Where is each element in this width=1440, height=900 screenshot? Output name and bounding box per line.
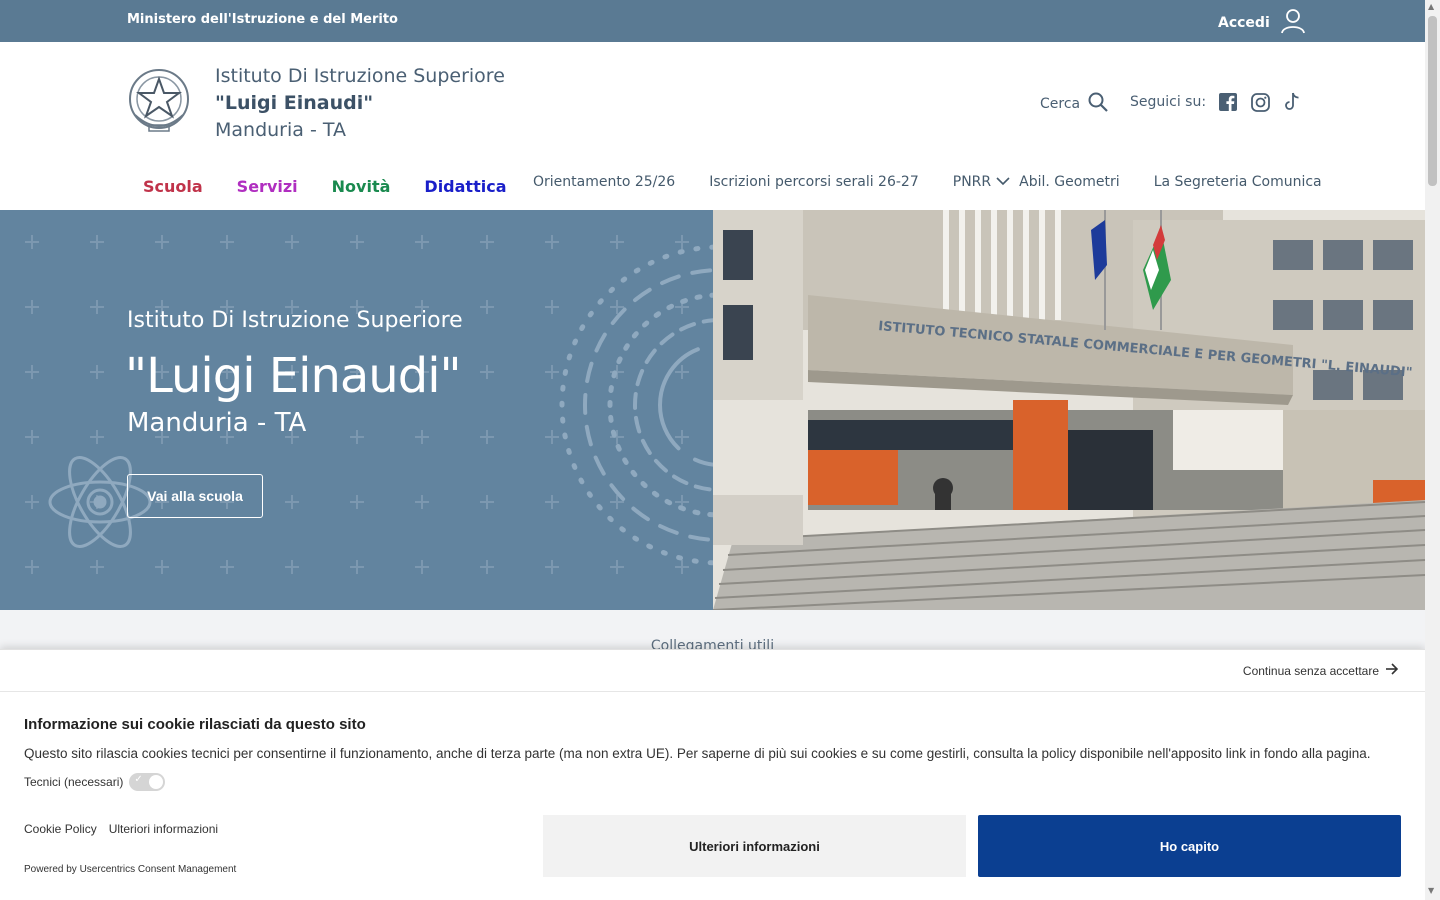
check-icon: ✓: [134, 774, 143, 785]
go-to-school-button[interactable]: Vai alla scuola: [127, 474, 263, 518]
accept-button[interactable]: Ho capito: [978, 815, 1401, 877]
ministry-link[interactable]: Ministero dell'Istruzione e del Merito: [127, 12, 398, 27]
cookie-category-row: Tecnici (necessari) ✓: [24, 773, 166, 791]
nav-segreteria-label: La Segreteria Comunica: [1153, 174, 1322, 190]
more-info-button[interactable]: Ulteriori informazioni: [543, 815, 966, 877]
continue-label: Continua senza accettare: [1242, 663, 1379, 678]
cookie-category-label: Tecnici (necessari): [24, 775, 124, 789]
nav-orientamento-label: Orientamento 25/26: [533, 174, 676, 190]
user-icon: [1280, 8, 1306, 38]
nav-orientamento[interactable]: Orientamento 25/26: [533, 174, 675, 190]
main-navigation: Scuola Servizi Novità Didattica: [143, 177, 506, 196]
page-scrollbar[interactable]: ▲ ▼: [1425, 0, 1440, 900]
nav-scuola[interactable]: Scuola: [143, 177, 203, 196]
nav-iscrizioni[interactable]: Iscrizioni percorsi serali 26-27: [709, 174, 919, 190]
brand-line1: Istituto Di Istruzione Superiore: [215, 65, 505, 87]
social-label: Seguici su:: [1130, 94, 1207, 110]
cookie-banner-topline: Continua senza accettare: [0, 650, 1425, 692]
hero-city: Manduria - TA: [127, 408, 307, 438]
toggle-knob: [149, 775, 164, 789]
scroll-down-arrow-icon[interactable]: ▼: [1428, 886, 1434, 895]
cookie-description: Questo sito rilascia cookies tecnici per…: [24, 746, 1371, 761]
cookie-links: Cookie Policy Ulteriori informazioni: [24, 822, 218, 836]
cookie-consent-banner: Continua senza accettare Informazione su…: [0, 649, 1425, 900]
cookie-title: Informazione sui cookie rilasciati da qu…: [24, 716, 366, 733]
nav-abil-geometri-label: Abil. Geometri: [1019, 174, 1120, 190]
instagram-icon[interactable]: [1250, 92, 1270, 112]
brand-name: "Luigi Einaudi": [215, 92, 374, 114]
scroll-up-arrow-icon[interactable]: ▲: [1428, 2, 1434, 11]
hero-title: "Luigi Einaudi": [125, 348, 462, 404]
secondary-navigation: Orientamento 25/26 Iscrizioni percorsi s…: [533, 174, 1322, 190]
nav-iscrizioni-label: Iscrizioni percorsi serali 26-27: [709, 174, 919, 190]
chevron-down-icon: [996, 174, 1010, 190]
more-info-link[interactable]: Ulteriori informazioni: [109, 822, 218, 836]
nav-pnrr-label: PNRR: [952, 174, 992, 190]
school-building-photo: ISTITUTO TECNICO STATALE COMMERCIALE E P…: [713, 210, 1425, 610]
powered-by-text: Powered by Usercentrics Consent Manageme…: [24, 864, 237, 875]
scrollbar-thumb[interactable]: [1428, 16, 1437, 186]
cookie-policy-link[interactable]: Cookie Policy: [24, 822, 97, 836]
brand-city: Manduria - TA: [215, 119, 346, 141]
tiktok-icon[interactable]: [1282, 92, 1302, 112]
nav-didattica[interactable]: Didattica: [424, 177, 506, 196]
nav-segreteria[interactable]: La Segreteria Comunica: [1154, 174, 1322, 190]
useful-links-section: Collegamenti utili: [0, 610, 1425, 654]
top-bar: Ministero dell'Istruzione e del Merito A…: [0, 0, 1425, 42]
nav-novita[interactable]: Novità: [332, 177, 391, 196]
login-button[interactable]: Accedi: [1218, 8, 1306, 38]
search-button[interactable]: Cerca: [1040, 92, 1108, 116]
necessary-cookies-toggle[interactable]: ✓: [129, 773, 166, 791]
nav-abil-geometri[interactable]: Abil. Geometri: [1019, 174, 1120, 190]
search-label: Cerca: [1040, 96, 1081, 112]
search-icon: [1088, 92, 1108, 116]
hero-background-pattern: [0, 210, 713, 610]
continue-without-accepting-link[interactable]: Continua senza accettare: [1243, 663, 1399, 678]
brand-block[interactable]: Istituto Di Istruzione Superiore "Luigi …: [215, 63, 505, 144]
nav-servizi[interactable]: Servizi: [237, 177, 298, 196]
hero-section: Istituto Di Istruzione Superiore "Luigi …: [0, 210, 1425, 610]
arrow-right-icon: [1385, 663, 1399, 678]
social-links: Seguici su:: [1130, 92, 1302, 112]
facebook-icon[interactable]: [1218, 92, 1238, 112]
login-label: Accedi: [1218, 15, 1270, 31]
italian-republic-emblem-icon[interactable]: [127, 65, 191, 137]
hero-panel: Istituto Di Istruzione Superiore "Luigi …: [0, 210, 713, 610]
hero-subtitle: Istituto Di Istruzione Superiore: [127, 308, 463, 333]
site-header: Istituto Di Istruzione Superiore "Luigi …: [0, 42, 1425, 210]
nav-pnrr[interactable]: PNRR: [953, 174, 1010, 190]
